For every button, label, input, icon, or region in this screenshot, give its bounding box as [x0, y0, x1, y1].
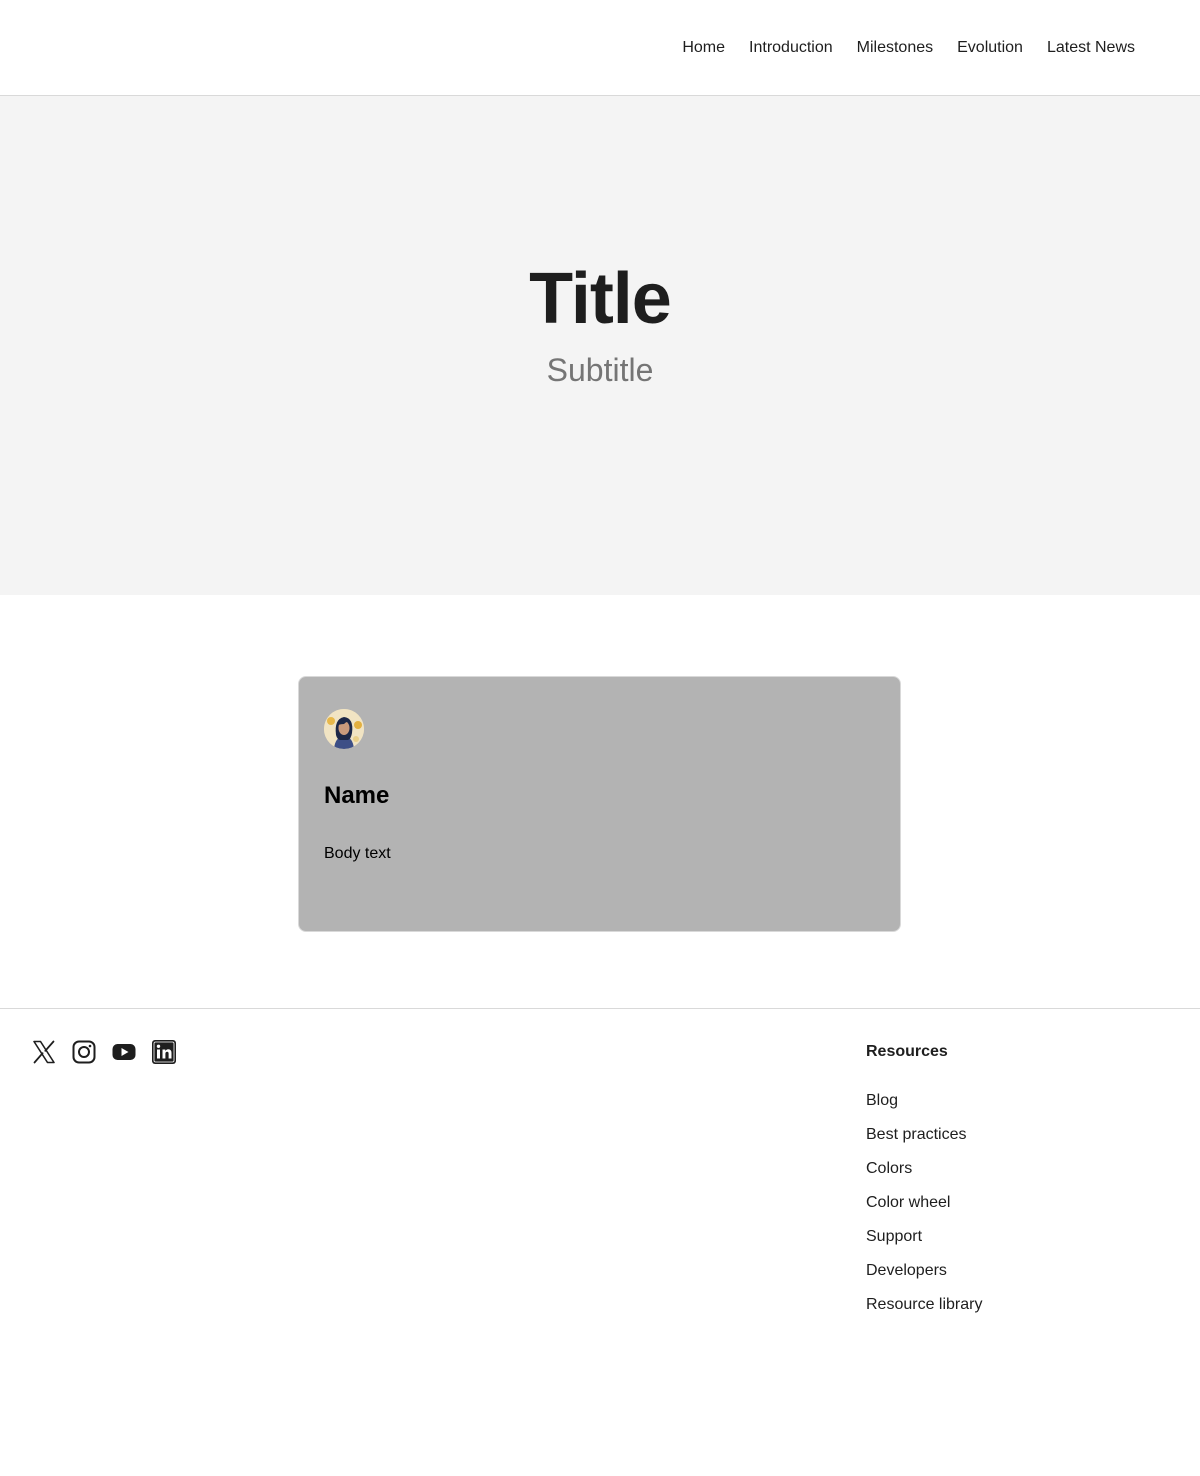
- instagram-icon[interactable]: [72, 1040, 96, 1064]
- testimonial-card: Name Body text: [298, 676, 901, 932]
- main-nav: Home Introduction Milestones Evolution L…: [682, 36, 1135, 60]
- resources-title: Resources: [866, 1043, 948, 1060]
- hero-subtitle: Subtitle: [546, 352, 654, 388]
- card-name: Name: [324, 782, 390, 809]
- site-header: Home Introduction Milestones Evolution L…: [0, 0, 1200, 96]
- x-icon[interactable]: [32, 1040, 56, 1064]
- avatar-image: [324, 709, 364, 749]
- nav-item-introduction[interactable]: Introduction: [749, 36, 833, 60]
- site-footer: Resources Blog Best practices Colors Col…: [0, 1008, 1200, 1476]
- card-body-text: Body text: [324, 845, 391, 862]
- footer-link-developers[interactable]: Developers: [866, 1260, 982, 1282]
- avatar: [324, 709, 364, 749]
- nav-item-evolution[interactable]: Evolution: [957, 36, 1023, 60]
- nav-item-home[interactable]: Home: [682, 36, 725, 60]
- nav-item-latest-news[interactable]: Latest News: [1047, 36, 1135, 60]
- page: Home Introduction Milestones Evolution L…: [0, 0, 1200, 1476]
- footer-link-color-wheel[interactable]: Color wheel: [866, 1192, 982, 1214]
- resources-column: Resources Blog Best practices Colors Col…: [866, 1040, 982, 1328]
- footer-link-blog[interactable]: Blog: [866, 1090, 982, 1112]
- hero-title: Title: [529, 259, 672, 339]
- footer-link-support[interactable]: Support: [866, 1226, 982, 1248]
- hero-section: Title Subtitle: [0, 96, 1200, 595]
- linkedin-icon[interactable]: [152, 1040, 176, 1064]
- footer-link-best-practices[interactable]: Best practices: [866, 1124, 982, 1146]
- social-links: [32, 1040, 176, 1064]
- youtube-icon[interactable]: [112, 1040, 136, 1064]
- resources-list: Blog Best practices Colors Color wheel S…: [866, 1090, 982, 1316]
- nav-item-milestones[interactable]: Milestones: [857, 36, 933, 60]
- footer-link-resource-library[interactable]: Resource library: [866, 1294, 982, 1316]
- footer-link-colors[interactable]: Colors: [866, 1158, 982, 1180]
